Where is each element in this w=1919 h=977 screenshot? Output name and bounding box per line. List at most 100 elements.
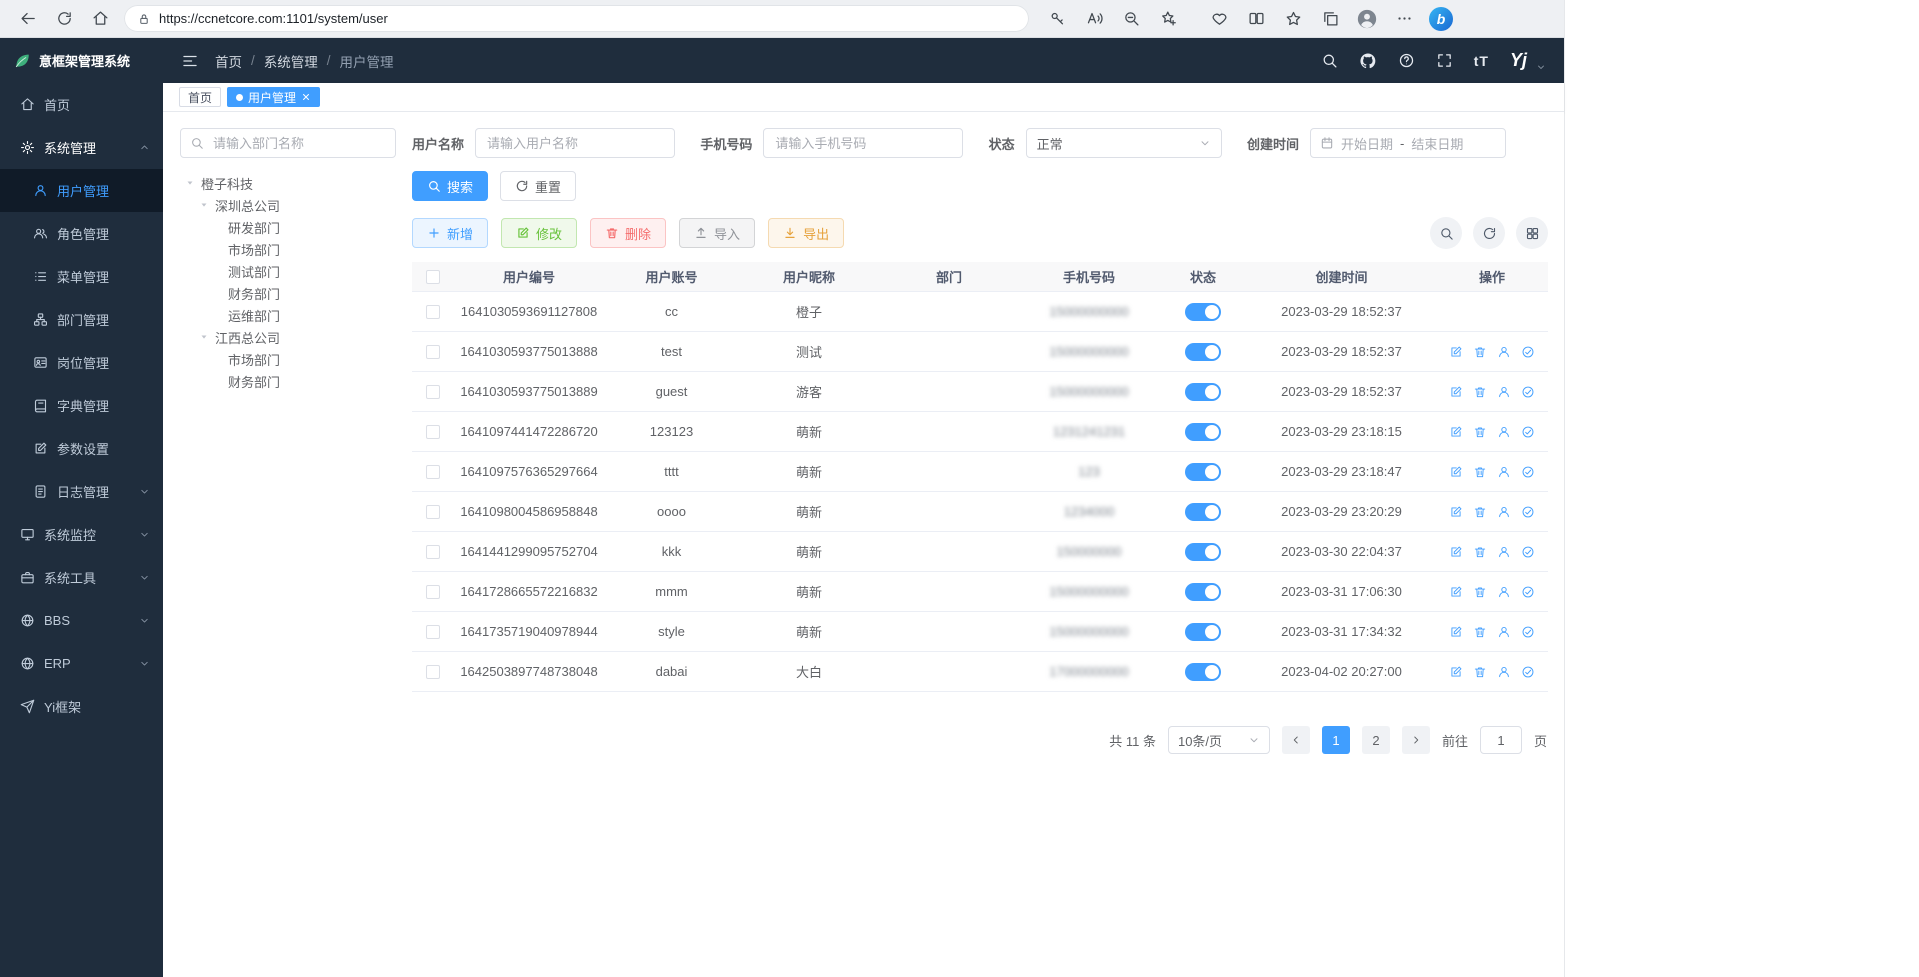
sidebar-item-roles[interactable]: 角色管理	[0, 212, 163, 255]
row-checkbox[interactable]	[426, 585, 440, 599]
row-checkbox[interactable]	[426, 425, 440, 439]
goto-page-input[interactable]	[1480, 726, 1522, 754]
delete-action-icon[interactable]	[1473, 625, 1487, 639]
row-checkbox[interactable]	[426, 625, 440, 639]
sidebar-item-logs[interactable]: 日志管理	[0, 470, 163, 513]
browser-refresh-button[interactable]	[48, 4, 80, 34]
sidebar-item-users[interactable]: 用户管理	[0, 169, 163, 212]
department-search-input[interactable]	[211, 135, 386, 152]
address-bar[interactable]: https://ccnetcore.com:1101/system/user	[124, 5, 1029, 32]
assign-role-action-icon[interactable]	[1521, 465, 1535, 479]
sidebar-item-monitoring[interactable]: 系统监控	[0, 513, 163, 556]
delete-action-icon[interactable]	[1473, 585, 1487, 599]
page-button-2[interactable]: 2	[1362, 726, 1390, 754]
row-checkbox[interactable]	[426, 505, 440, 519]
page-size-select[interactable]: 10条/页	[1168, 726, 1270, 754]
reset-password-action-icon[interactable]	[1497, 385, 1511, 399]
sidebar-item-system[interactable]: 系统管理	[0, 126, 163, 169]
select-all-checkbox[interactable]	[426, 270, 440, 284]
search-button[interactable]: 搜索	[412, 171, 488, 201]
password-key-icon[interactable]	[1041, 4, 1073, 34]
reset-password-action-icon[interactable]	[1497, 505, 1511, 519]
assign-role-action-icon[interactable]	[1521, 625, 1535, 639]
edit-action-icon[interactable]	[1449, 625, 1463, 639]
phone-input[interactable]	[763, 128, 963, 158]
status-toggle[interactable]	[1185, 423, 1221, 441]
column-settings-button[interactable]	[1516, 217, 1548, 249]
more-menu-icon[interactable]	[1388, 4, 1420, 34]
row-checkbox[interactable]	[426, 465, 440, 479]
sidebar-item-positions[interactable]: 岗位管理	[0, 341, 163, 384]
tree-node[interactable]: 运维部门	[180, 304, 396, 326]
row-checkbox[interactable]	[426, 385, 440, 399]
row-checkbox[interactable]	[426, 305, 440, 319]
sidebar-item-yi-framework[interactable]: Yi框架	[0, 685, 163, 728]
breadcrumb-item[interactable]: 系统管理	[264, 51, 318, 71]
import-button[interactable]: 导入	[679, 218, 755, 248]
tree-node[interactable]: 研发部门	[180, 216, 396, 238]
toggle-search-button[interactable]	[1430, 217, 1462, 249]
github-icon[interactable]	[1359, 52, 1377, 70]
status-toggle[interactable]	[1185, 543, 1221, 561]
assign-role-action-icon[interactable]	[1521, 345, 1535, 359]
assign-role-action-icon[interactable]	[1521, 585, 1535, 599]
row-checkbox[interactable]	[426, 545, 440, 559]
sidebar-item-erp[interactable]: ERP	[0, 642, 163, 685]
reset-password-action-icon[interactable]	[1497, 585, 1511, 599]
assign-role-action-icon[interactable]	[1521, 425, 1535, 439]
assign-role-action-icon[interactable]	[1521, 385, 1535, 399]
split-screen-icon[interactable]	[1240, 4, 1272, 34]
help-icon[interactable]	[1398, 52, 1415, 69]
edit-button[interactable]: 修改	[501, 218, 577, 248]
edit-action-icon[interactable]	[1449, 545, 1463, 559]
sidebar-item-tools[interactable]: 系统工具	[0, 556, 163, 599]
close-icon[interactable]	[301, 92, 311, 102]
row-checkbox[interactable]	[426, 345, 440, 359]
collections-icon[interactable]	[1314, 4, 1346, 34]
delete-action-icon[interactable]	[1473, 505, 1487, 519]
date-range-picker[interactable]: 开始日期 - 结束日期	[1310, 128, 1506, 158]
username-input[interactable]	[475, 128, 675, 158]
delete-action-icon[interactable]	[1473, 665, 1487, 679]
row-checkbox[interactable]	[426, 665, 440, 679]
sidebar-item-parameters[interactable]: 参数设置	[0, 427, 163, 470]
status-toggle[interactable]	[1185, 383, 1221, 401]
sidebar-item-menus[interactable]: 菜单管理	[0, 255, 163, 298]
reset-password-action-icon[interactable]	[1497, 545, 1511, 559]
browser-home-button[interactable]	[84, 4, 116, 34]
sidebar-item-departments[interactable]: 部门管理	[0, 298, 163, 341]
delete-action-icon[interactable]	[1473, 465, 1487, 479]
tree-node[interactable]: 江西总公司	[180, 326, 396, 348]
status-toggle[interactable]	[1185, 623, 1221, 641]
status-toggle[interactable]	[1185, 583, 1221, 601]
tree-node[interactable]: 橙子科技	[180, 172, 396, 194]
edit-action-icon[interactable]	[1449, 465, 1463, 479]
delete-button[interactable]: 删除	[590, 218, 666, 248]
breadcrumb-item[interactable]: 首页	[215, 51, 242, 71]
status-toggle[interactable]	[1185, 503, 1221, 521]
tree-node[interactable]: 财务部门	[180, 370, 396, 392]
delete-action-icon[interactable]	[1473, 545, 1487, 559]
search-icon[interactable]	[1321, 52, 1338, 69]
add-button[interactable]: 新增	[412, 218, 488, 248]
bing-chat-icon[interactable]: b	[1425, 4, 1457, 34]
tree-node[interactable]: 财务部门	[180, 282, 396, 304]
edit-action-icon[interactable]	[1449, 385, 1463, 399]
tree-node[interactable]: 市场部门	[180, 348, 396, 370]
profile-avatar[interactable]	[1351, 4, 1383, 34]
browser-back-button[interactable]	[12, 4, 44, 34]
browser-essentials-icon[interactable]	[1203, 4, 1235, 34]
edit-action-icon[interactable]	[1449, 505, 1463, 519]
status-toggle[interactable]	[1185, 663, 1221, 681]
collapse-menu-icon[interactable]	[181, 52, 199, 70]
assign-role-action-icon[interactable]	[1521, 545, 1535, 559]
tree-node[interactable]: 测试部门	[180, 260, 396, 282]
sidebar-item-bbs[interactable]: BBS	[0, 599, 163, 642]
delete-action-icon[interactable]	[1473, 425, 1487, 439]
add-favorite-icon[interactable]	[1152, 4, 1184, 34]
tree-node[interactable]: 深圳总公司	[180, 194, 396, 216]
zoom-icon[interactable]	[1115, 4, 1147, 34]
assign-role-action-icon[interactable]	[1521, 665, 1535, 679]
edit-action-icon[interactable]	[1449, 345, 1463, 359]
export-button[interactable]: 导出	[768, 218, 844, 248]
